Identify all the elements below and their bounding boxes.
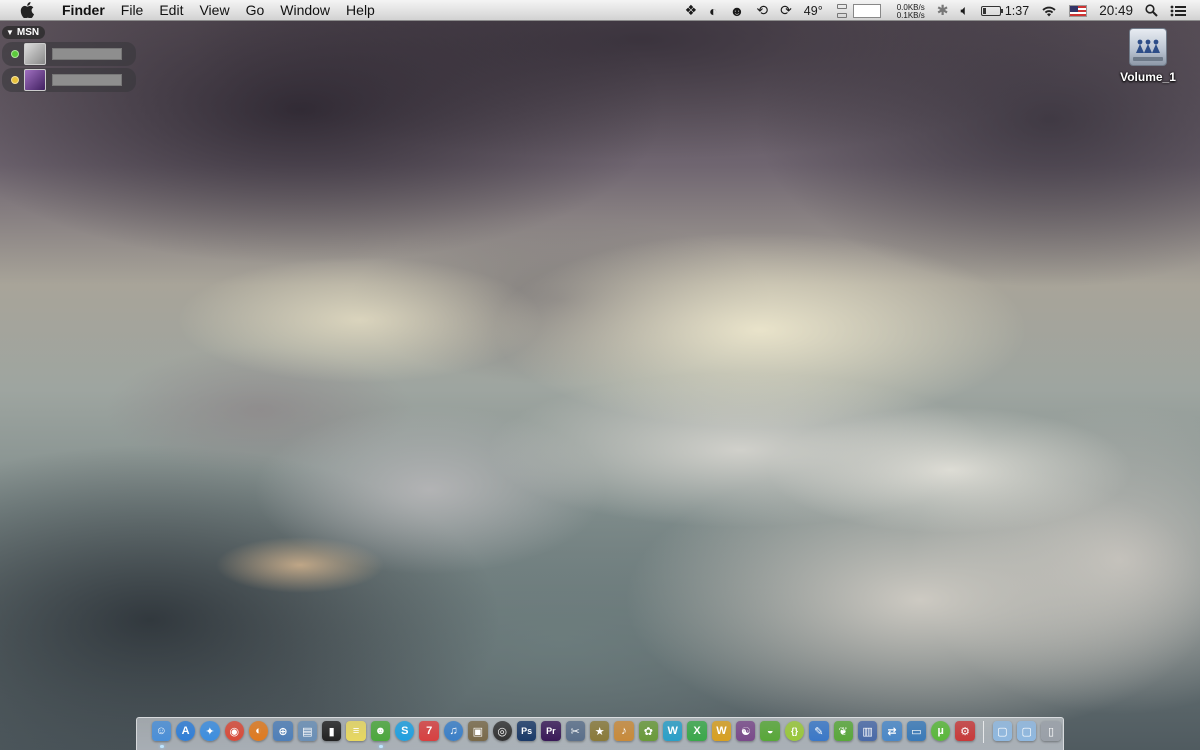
excel-icon[interactable]: X	[687, 721, 707, 741]
evernote-icon[interactable]: ❦	[833, 721, 853, 741]
trash-icon[interactable]: ▯	[1041, 721, 1061, 741]
terminal-icon[interactable]: ▮	[322, 721, 342, 741]
volume-icon[interactable]: 🔈︎	[954, 0, 974, 21]
preview-icon[interactable]: ▤	[297, 721, 318, 741]
photoshop-icon[interactable]: Ps	[516, 721, 537, 741]
time-machine-icon[interactable]: ⟲	[750, 0, 774, 21]
menu-bar: Finder File Edit View Go Window Help ❖ ◐…	[0, 0, 1200, 21]
activity-graph-icon	[852, 3, 881, 18]
downloads-folder-icon[interactable]: ▢	[992, 721, 1013, 741]
net-up-speed: 0.1KB/s	[896, 10, 925, 20]
final-cut-icon[interactable]: ✂	[565, 721, 585, 741]
transmission-icon[interactable]: ⚙	[955, 721, 975, 741]
iphoto-icon[interactable]: ▣	[468, 721, 488, 741]
msn-title: MSN	[16, 27, 40, 38]
volume-label: Volume_1	[1120, 70, 1176, 84]
utorrent-icon[interactable]: µ	[931, 721, 951, 741]
wifi-icon[interactable]	[1035, 0, 1063, 21]
network-speed[interactable]: 0.0KB/s 0.1KB/s	[891, 0, 931, 21]
migration-icon[interactable]: ⇄	[882, 721, 902, 741]
stickies-icon[interactable]: ≡	[346, 721, 366, 741]
menu-go[interactable]: Go	[238, 0, 273, 21]
contact-name-redacted	[52, 48, 122, 60]
skype-icon[interactable]: S	[395, 721, 415, 741]
caffeine-icon[interactable]: ◐	[703, 0, 723, 21]
menu-view[interactable]: View	[191, 0, 237, 21]
input-source-flag-icon[interactable]	[1063, 0, 1093, 21]
avatar	[24, 69, 46, 91]
dropbox-icon[interactable]: ❖	[679, 0, 704, 21]
app-menu-finder[interactable]: Finder	[50, 0, 113, 21]
running-indicator	[159, 745, 164, 748]
chrome-icon[interactable]: ◉	[224, 721, 244, 741]
finder-icon[interactable]: ☺	[151, 721, 171, 741]
sync-icon[interactable]: ⟳	[774, 0, 798, 21]
battery-status[interactable]: 1:37	[975, 0, 1035, 21]
books-icon[interactable]: ▥	[857, 721, 878, 741]
contact-name-redacted	[52, 74, 122, 86]
powerpoint-icon[interactable]: W	[711, 721, 732, 741]
screen-sharing-icon[interactable]: ▭	[906, 721, 926, 741]
word-icon[interactable]: W	[663, 721, 683, 741]
msn-contact[interactable]	[2, 68, 136, 92]
status-menus: ❖ ◐ ☻ ⟲ ⟳ 49° 0.0KB/s 0.1KB/s ✱ 🔈︎ 1:37 …	[679, 0, 1200, 21]
status-dot-icon	[11, 76, 19, 84]
bluetooth-icon[interactable]: ✱	[931, 0, 955, 21]
temperature-readout[interactable]: 49°	[798, 0, 829, 21]
garageband-icon[interactable]: ♪	[614, 721, 634, 741]
running-indicator	[378, 745, 383, 748]
aperture-icon[interactable]: ◎	[492, 721, 512, 741]
battery-time: 1:37	[1004, 3, 1030, 18]
cpu-bars-icon	[836, 3, 847, 18]
desktop-volume[interactable]: Volume_1	[1116, 28, 1180, 84]
network-drive-icon	[1129, 28, 1167, 66]
coda-icon[interactable]: {}	[784, 721, 805, 741]
msn-contact[interactable]	[2, 42, 136, 66]
notification-list-icon[interactable]	[1164, 0, 1200, 21]
monkey-game-icon[interactable]: ✿	[638, 721, 659, 741]
menu-window[interactable]: Window	[272, 0, 338, 21]
status-dot-icon	[11, 50, 19, 58]
ical-icon[interactable]: 7	[419, 721, 439, 741]
itunes-icon[interactable]: ♫	[443, 721, 464, 741]
msn-header[interactable]: ▼ MSN	[2, 26, 46, 39]
growl-icon[interactable]: ☻	[724, 0, 751, 21]
avatar	[24, 43, 46, 65]
xcode-icon[interactable]: ✎	[809, 721, 829, 741]
documents-folder-icon[interactable]: ▢	[1017, 721, 1037, 741]
battery-icon	[980, 5, 1003, 16]
widget-icon[interactable]: ☯	[736, 721, 756, 741]
menu-file[interactable]: File	[113, 0, 152, 21]
firefox-icon[interactable]: ◐	[248, 721, 269, 741]
cpu-meter[interactable]	[829, 0, 891, 21]
apple-menu-icon[interactable]	[18, 1, 36, 19]
menu-edit[interactable]: Edit	[151, 0, 191, 21]
disclosure-triangle-icon: ▼	[6, 28, 14, 37]
premiere-icon[interactable]: Pr	[541, 721, 561, 741]
safari-icon[interactable]: ✦	[200, 721, 220, 741]
menu-clock[interactable]: 20:49	[1093, 0, 1139, 21]
android-icon[interactable]: ◒	[760, 721, 780, 741]
menu-help[interactable]: Help	[338, 0, 383, 21]
spotlight-search-icon[interactable]	[1139, 0, 1164, 21]
adium-icon[interactable]: ☻	[370, 721, 391, 741]
dock: ☺ A ✦ ◉ ◐ ⊕ ▤ ▮ ≡ ☻ S 7 ♫ ▣ ◎ Ps Pr ✂ ★ ♪ ✿ W X W ☯ ◒{} ✎ ❦ ▥ ⇄ ▭ µ ⚙ ▢ ▢ ▯	[136, 717, 1064, 750]
app-store-icon[interactable]: A	[175, 721, 196, 741]
network-utility-icon[interactable]: ⊕	[273, 721, 293, 741]
dock-separator	[983, 721, 985, 743]
imovie-icon[interactable]: ★	[589, 721, 610, 741]
msn-widget: ▼ MSN	[2, 22, 136, 92]
